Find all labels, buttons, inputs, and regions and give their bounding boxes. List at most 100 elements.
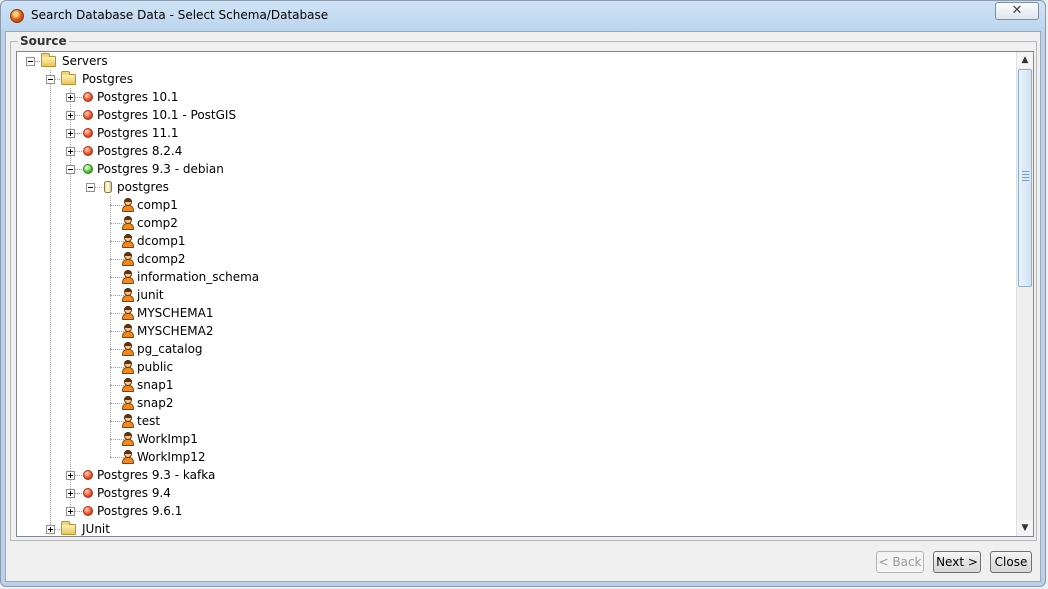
collapse-icon[interactable] [46,75,55,84]
server-disconnected-icon [83,146,93,156]
schema-icon-body [122,241,134,248]
schema-icon-body [122,295,134,302]
schema-icon [122,288,134,302]
tree-node-schema[interactable]: comp1 [17,196,1007,214]
schema-icon [122,306,134,320]
next-button[interactable]: Next > [933,551,981,573]
folder-icon [61,521,76,535]
tree-node-server[interactable]: Postgres 8.2.4 [17,142,1007,160]
tree-node-label: Postgres 10.1 - PostGIS [97,108,237,122]
collapse-icon[interactable] [66,165,75,174]
tree-node-label: Postgres 8.2.4 [97,144,183,158]
database-icon [104,181,112,193]
tree-node-label: pg_catalog [137,342,203,356]
tree-node-schema[interactable]: snap2 [17,394,1007,412]
tree-node-server[interactable]: Postgres 10.1 - PostGIS [17,106,1007,124]
schema-icon-body [122,331,134,338]
scroll-thumb[interactable] [1018,69,1032,287]
tree-node-label: information_schema [137,270,260,284]
tree-node-label: comp2 [137,216,178,230]
folder-open-icon [41,53,56,67]
tree-node-label: WorkImp1 [137,432,198,446]
server-connected-icon [83,164,93,174]
back-button[interactable]: < Back [876,551,924,573]
schema-icon-body [122,439,134,446]
tree-node-schema[interactable]: junit [17,286,1007,304]
schema-icon [122,450,134,464]
close-button[interactable]: Close [990,551,1032,573]
tree-node-schema[interactable]: dcomp1 [17,232,1007,250]
expand-icon[interactable] [66,111,75,120]
server-disconnected-icon [83,128,93,138]
tree-node-schema[interactable]: MYSCHEMA2 [17,322,1007,340]
tree-node-junit[interactable]: JUnit [17,520,1007,536]
server-disconnected-icon [83,506,93,516]
scroll-up-button[interactable]: ▲ [1017,52,1033,68]
tree-node-label: dcomp1 [137,234,186,248]
tree-node-database[interactable]: postgres [17,178,1007,196]
tree-node-schema[interactable]: comp2 [17,214,1007,232]
schema-icon [122,270,134,284]
expand-icon[interactable] [66,147,75,156]
expand-icon[interactable] [66,129,75,138]
tree-node-label: snap1 [137,378,174,392]
source-tree[interactable]: Servers Postgres Postgres 10.1 Postgres 10.… [17,52,1017,536]
schema-icon [122,252,134,266]
tree-node-servers[interactable]: Servers [17,52,1007,70]
tree-node-label: Postgres 9.4 [97,486,171,500]
tree-node-label: WorkImp12 [137,450,206,464]
tree-node-schema[interactable]: information_schema [17,268,1007,286]
tree-node-label: dcomp2 [137,252,186,266]
tree-node-schema[interactable]: dcomp2 [17,250,1007,268]
server-disconnected-icon [83,110,93,120]
tree-node-label: JUnit [82,522,110,536]
source-group-label: Source [18,34,69,48]
expand-icon[interactable] [46,525,55,534]
window-close-button[interactable]: ✕ [995,2,1039,20]
server-disconnected-icon [83,92,93,102]
schema-icon [122,378,134,392]
tree-node-label: junit [137,288,164,302]
tree-node-label: Postgres 9.6.1 [97,504,183,518]
tree-node-server[interactable]: Postgres 11.1 [17,124,1007,142]
schema-icon [122,432,134,446]
server-disconnected-icon [83,488,93,498]
tree-node-label: Postgres 11.1 [97,126,179,140]
collapse-icon[interactable] [86,183,95,192]
tree-node-schema[interactable]: pg_catalog [17,340,1007,358]
dialog-window: Search Database Data - Select Schema/Dat… [0,0,1046,587]
schema-icon-head [124,450,132,458]
tree-node-server[interactable]: Postgres 9.3 - kafka [17,466,1007,484]
schema-icon-head [124,306,132,314]
tree-node-label: Postgres 9.3 - debian [97,162,224,176]
grip-icon [1022,171,1029,183]
schema-icon-head [124,378,132,386]
expand-icon[interactable] [66,471,75,480]
tree-node-server[interactable]: Postgres 9.3 - debian [17,160,1007,178]
schema-icon-body [122,223,134,230]
schema-icon-body [122,349,134,356]
tree-node-server[interactable]: Postgres 9.4 [17,484,1007,502]
expand-icon[interactable] [66,489,75,498]
schema-icon-body [122,421,134,428]
vertical-scrollbar[interactable]: ▲ ▼ [1016,52,1033,536]
tree-node-schema[interactable]: WorkImp12 [17,448,1007,466]
schema-icon-body [122,277,134,284]
schema-icon-body [122,205,134,212]
tree-node-postgres[interactable]: Postgres [17,70,1007,88]
tree-node-schema[interactable]: test [17,412,1007,430]
scroll-down-button[interactable]: ▼ [1017,520,1033,536]
tree-node-schema[interactable]: MYSCHEMA1 [17,304,1007,322]
tree-node-server[interactable]: Postgres 9.6.1 [17,502,1007,520]
collapse-icon[interactable] [26,57,35,66]
tree-node-schema[interactable]: WorkImp1 [17,430,1007,448]
tree-node-schema[interactable]: public [17,358,1007,376]
folder-open-icon [61,71,76,85]
tree-node-server[interactable]: Postgres 10.1 [17,88,1007,106]
tree-node-label: Servers [62,54,108,68]
tree-node-schema[interactable]: snap1 [17,376,1007,394]
title-bar[interactable]: Search Database Data - Select Schema/Dat… [1,1,1045,31]
expand-icon[interactable] [66,507,75,516]
schema-icon-body [122,457,134,464]
expand-icon[interactable] [66,93,75,102]
